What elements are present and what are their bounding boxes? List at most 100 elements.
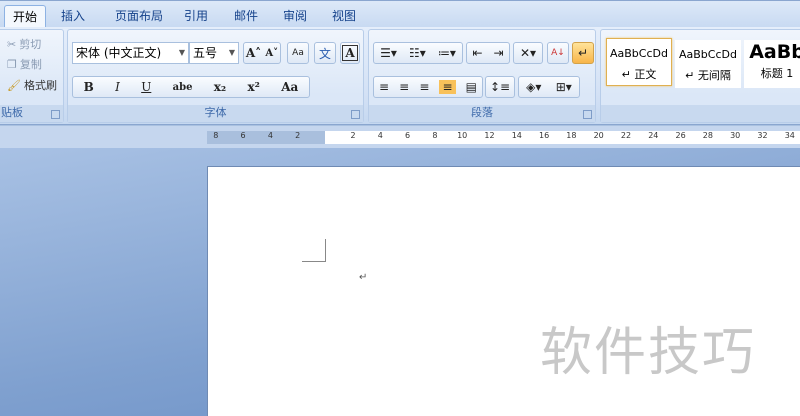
phonetic-icon: 文 [318, 46, 331, 61]
clipboard-launcher-icon[interactable] [51, 110, 60, 119]
style-no-spacing[interactable]: AaBbCcDd ↵ 无间隔 [675, 40, 741, 88]
align-center-icon[interactable]: ≡ [399, 80, 409, 94]
ruler-number: 16 [539, 131, 550, 140]
style-name: ↵ 无间隔 [685, 69, 731, 82]
style-name: ↵ 正文 [621, 68, 657, 81]
style-normal[interactable]: AaBbCcDd ↵ 正文 [606, 38, 672, 86]
align-left-icon[interactable]: ≡ [379, 80, 389, 94]
superscript-button[interactable]: x² [248, 80, 260, 94]
cut-button[interactable]: ✂ 剪切 [7, 36, 41, 52]
shading-icon[interactable]: ◈▾ [526, 80, 541, 94]
italic-button[interactable]: I [115, 80, 120, 94]
indent-buttons: ⇤ ⇥ [466, 42, 510, 64]
font-label: 字体 [68, 105, 363, 122]
style-heading-1[interactable]: AaBb 标题 1 [744, 40, 800, 88]
char-border-icon: A [342, 45, 358, 61]
decrease-indent-icon[interactable]: ⇤ [472, 46, 482, 60]
horizontal-ruler[interactable]: 8 6 4 2 2 4 6 8 10 12 14 16 18 20 22 24 26 28 30 32 34 [207, 131, 800, 144]
paragraph-mark: ↵ [359, 272, 368, 283]
tab-mailings[interactable]: 邮件 [225, 5, 267, 28]
char-border-button[interactable]: A [340, 42, 360, 64]
chinese-layout-icon: ✕▾ [519, 46, 537, 60]
ruler-number: 30 [730, 131, 741, 140]
increase-indent-icon[interactable]: ⇥ [493, 46, 503, 60]
ruler-number: 10 [457, 131, 468, 140]
ruler-number: 22 [620, 131, 632, 140]
ruler-number: 4 [267, 131, 273, 140]
tab-review[interactable]: 审阅 [274, 5, 316, 28]
paragraph-label: 段落 [369, 105, 595, 122]
styles-label [601, 105, 800, 122]
style-preview: AaBbCcDd [610, 47, 668, 60]
ruler-number: 6 [240, 131, 246, 140]
clear-format-button[interactable]: Aa [287, 42, 309, 64]
style-preview: AaBb [749, 41, 800, 63]
line-spacing-button[interactable]: ↕≡ [485, 76, 515, 98]
underline-button[interactable]: U [141, 80, 151, 94]
alignment-buttons: ≡ ≡ ≡ ≡ ▤ [373, 76, 483, 98]
ruler-number: 26 [675, 131, 686, 140]
font-format-toolbar: B I U abe x₂ x² Aa [72, 76, 310, 98]
ruler-number: 24 [648, 131, 659, 140]
chevron-down-icon: ▼ [178, 48, 185, 57]
brush-icon: 🖌 [7, 78, 21, 92]
copy-icon: ❐ [7, 57, 17, 71]
ruler-number: 20 [593, 131, 604, 140]
ruler-number: 6 [405, 131, 411, 140]
cut-label: 剪切 [19, 38, 42, 51]
paragraph-mark-icon: ↵ [577, 46, 589, 60]
watermark: 软件技巧 [540, 323, 757, 383]
numbering-icon[interactable]: ☷▾ [409, 46, 426, 60]
grow-font-icon[interactable]: A˄ [246, 46, 261, 60]
justify-icon[interactable]: ≡ [439, 80, 456, 94]
tab-insert[interactable]: 插入 [52, 5, 94, 28]
bullets-icon[interactable]: ☰▾ [380, 46, 397, 60]
format-painter-button[interactable]: 🖌 格式刷 [7, 77, 57, 93]
ruler-number: 8 [432, 131, 438, 140]
font-grow-shrink-buttons[interactable]: A˄ A˅ [243, 42, 281, 64]
ribbon-tabs: 开始 插入 页面布局 引用 邮件 审阅 视图 [0, 0, 800, 28]
font-group: 宋体 (中文正文) ▼ 五号 ▼ A˄ A˅ Aa 文 A B I U abe x₂… [67, 29, 364, 123]
style-preview: AaBbCcDd [679, 48, 737, 61]
ruler-number: 8 [213, 131, 219, 140]
font-name-value: 宋体 (中文正文) [76, 46, 162, 60]
paragraph-launcher-icon[interactable] [583, 110, 592, 119]
subscript-button[interactable]: x₂ [214, 80, 226, 94]
font-size-select[interactable]: 五号 ▼ [189, 42, 239, 64]
margin-corner-mark [302, 239, 326, 262]
strikethrough-button[interactable]: abe [173, 82, 193, 93]
sort-icon: A↓ [551, 48, 565, 58]
ruler-number: 32 [757, 131, 768, 140]
tab-home[interactable]: 开始 [4, 5, 46, 28]
chinese-layout-button[interactable]: ✕▾ [513, 42, 543, 64]
font-launcher-icon[interactable] [351, 110, 360, 119]
bold-button[interactable]: B [84, 80, 94, 94]
chevron-down-icon: ▼ [228, 48, 235, 57]
ruler-number: 18 [566, 131, 577, 140]
scissors-icon: ✂ [7, 37, 17, 51]
tab-page-layout[interactable]: 页面布局 [103, 5, 175, 28]
styles-group: AaBbCcDd ↵ 正文 AaBbCcDd ↵ 无间隔 AaBb 标题 1 [600, 29, 800, 123]
list-buttons: ☰▾ ☷▾ ≔▾ [373, 42, 463, 64]
ruler-number: 34 [784, 131, 795, 140]
change-case-button[interactable]: Aa [281, 80, 298, 94]
shading-border-buttons: ◈▾ ⊞▾ [518, 76, 580, 98]
ruler-number: 28 [702, 131, 713, 140]
show-marks-button[interactable]: ↵ [572, 42, 594, 64]
align-right-icon[interactable]: ≡ [419, 80, 429, 94]
multilevel-list-icon[interactable]: ≔▾ [438, 46, 456, 60]
sort-button[interactable]: A↓ [547, 42, 569, 64]
ruler-number: 4 [377, 131, 383, 140]
line-spacing-icon: ↕≡ [489, 80, 511, 94]
tab-references[interactable]: 引用 [175, 5, 217, 28]
eraser-icon: Aa [292, 48, 304, 58]
copy-label: 复制 [19, 58, 42, 71]
phonetic-guide-button[interactable]: 文 [314, 42, 336, 64]
font-name-select[interactable]: 宋体 (中文正文) ▼ [72, 42, 189, 64]
borders-icon[interactable]: ⊞▾ [556, 80, 572, 94]
copy-button[interactable]: ❐ 复制 [7, 56, 42, 72]
distributed-icon[interactable]: ▤ [466, 80, 477, 94]
shrink-font-icon[interactable]: A˅ [265, 48, 278, 59]
ruler-number: 14 [511, 131, 522, 140]
tab-view[interactable]: 视图 [323, 5, 365, 28]
